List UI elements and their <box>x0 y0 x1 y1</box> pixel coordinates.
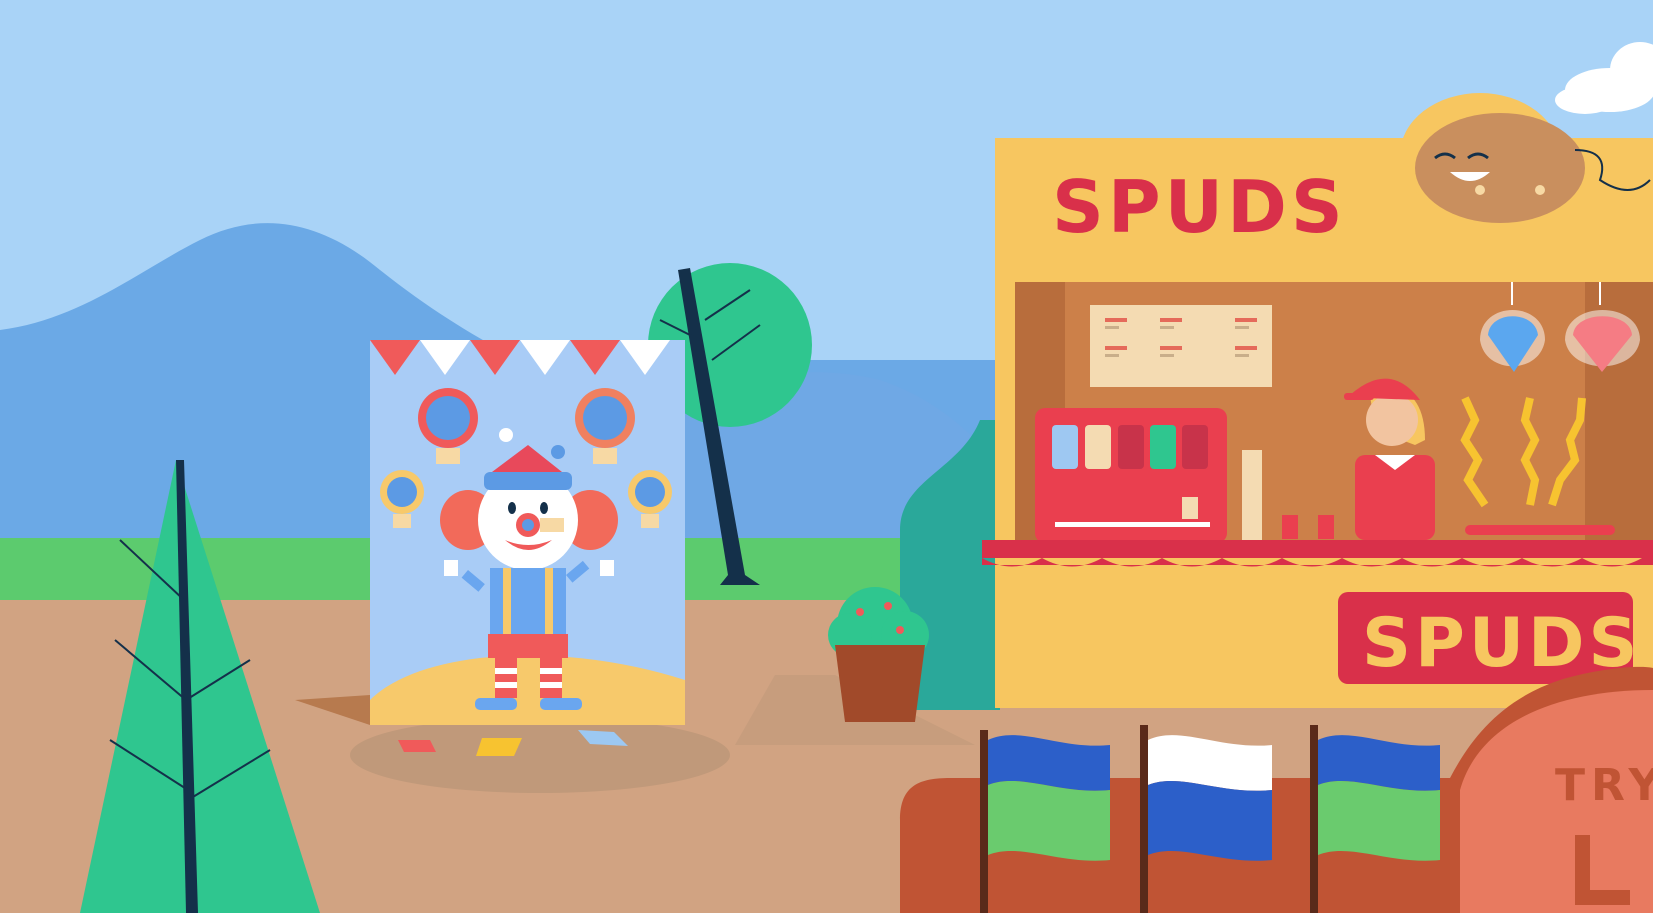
side-sign-text: TRY <box>1555 760 1653 811</box>
fair-scene: SPUDS SPUDS TRY <box>0 0 1653 913</box>
soda-dispenser-icon <box>1035 408 1227 543</box>
clown-board <box>370 340 685 756</box>
board-shadow <box>350 717 730 793</box>
booth-sign-top: SPUDS <box>1052 165 1347 249</box>
menu-board <box>1090 305 1272 387</box>
food-booth: SPUDS SPUDS <box>982 93 1653 708</box>
